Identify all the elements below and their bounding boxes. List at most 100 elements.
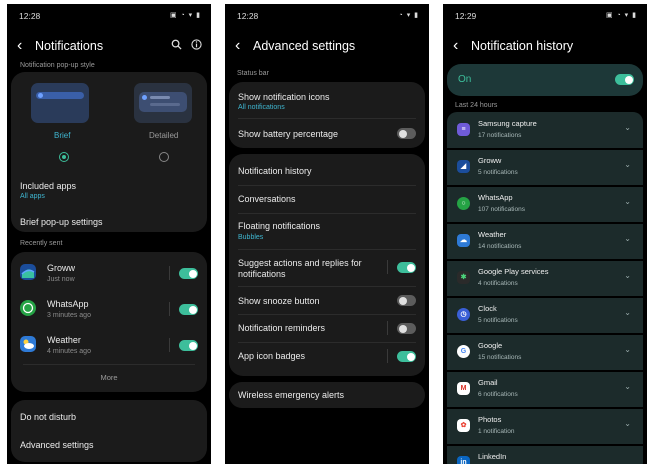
detailed-radio[interactable] [159,152,169,162]
status-time: 12:29 [455,11,477,21]
badges-toggle[interactable] [397,351,416,362]
app-name: Weather [47,335,81,345]
suggest-actions-toggle[interactable] [397,262,416,273]
item-name: Photos [478,415,502,424]
back-arrow-icon[interactable]: ‹ [17,38,31,54]
divider [23,364,195,365]
divider [238,314,416,315]
advanced-settings[interactable]: Advanced settings [20,440,94,450]
do-not-disturb[interactable]: Do not disturb [20,412,76,422]
page-title: Notifications [35,39,104,53]
history-toggle[interactable] [615,74,634,85]
status-time: 12:28 [237,11,259,21]
suggest-actions-line2[interactable]: notifications [238,269,286,279]
battery-toggle[interactable] [397,128,416,139]
weather-icon [20,336,36,352]
popup-style-card: Brief Detailed Included apps All apps Br… [11,72,207,232]
chevron-down-icon[interactable]: ⌄ [624,271,631,280]
bottom-settings-card: Do not disturb Advanced settings [11,400,207,462]
divider [238,213,416,214]
show-snooze-button[interactable]: Show snooze button [238,296,320,306]
clock-icon: ◷ [457,308,470,321]
history-item[interactable]: ○ WhatsApp 107 notifications ⌄ [447,186,643,222]
divider [169,338,170,352]
history-list: ≡ Samsung capture 17 notifications ⌄ ◢ G… [447,112,643,464]
back-arrow-icon[interactable]: ‹ [235,38,249,54]
status-bar: 12:29 ▣ ◔ ▾ ▮ [443,10,647,24]
chevron-down-icon[interactable]: ⌄ [624,234,631,243]
notification-history[interactable]: Notification history [238,166,312,176]
divider [387,321,388,335]
wireless-emergency-alerts[interactable]: Wireless emergency alerts [238,390,344,400]
linkedin-icon: in [457,456,470,464]
included-apps-title[interactable]: Included apps [20,181,76,191]
page-title: Advanced settings [253,39,356,53]
history-item[interactable]: ✿ Photos 1 notification ⌄ [447,408,643,444]
chevron-down-icon[interactable]: ⌄ [624,382,631,391]
divider [238,185,416,186]
recent-app-row[interactable]: Weather 4 minutes ago [11,330,207,360]
notifications-screen: 12:28 ▣ ◔ ▾ ▮ ‹ Notifications Notificati… [7,4,211,464]
item-count: 107 notifications [478,206,525,213]
weather-toggle[interactable] [179,340,198,351]
whatsapp-toggle[interactable] [179,304,198,315]
floating-notifications[interactable]: Floating notifications [238,221,320,231]
app-icon-badges[interactable]: App icon badges [238,351,305,361]
chevron-down-icon[interactable]: ⌄ [624,345,631,354]
search-icon[interactable] [169,39,183,53]
item-count: 15 notifications [478,354,522,361]
gmail-icon: M [457,382,470,395]
history-item[interactable]: ✱ Google Play services 4 notifications ⌄ [447,260,643,296]
app-time: Just now [47,276,75,283]
info-icon[interactable] [189,39,203,53]
app-name: WhatsApp [47,299,89,309]
chevron-down-icon[interactable]: ⌄ [624,160,631,169]
brief-radio[interactable] [59,152,69,162]
more-button[interactable]: More [11,373,207,382]
recent-app-row[interactable]: Groww Just now [11,258,207,288]
notification-reminders[interactable]: Notification reminders [238,323,325,333]
recent-app-row[interactable]: WhatsApp 3 minutes ago [11,294,207,324]
groww-icon [20,264,36,280]
item-name: Gmail [478,378,498,387]
history-item[interactable]: G Google 15 notifications ⌄ [447,334,643,370]
detailed-preview[interactable] [134,83,192,123]
header: ‹ Advanced settings [225,36,429,58]
brief-preview[interactable] [31,83,89,123]
item-name: Weather [478,230,507,239]
groww-toggle[interactable] [179,268,198,279]
conversations[interactable]: Conversations [238,194,296,204]
history-item[interactable]: in LinkedIn [447,445,643,464]
advanced-settings-screen: 12:28 ◔ ▾ ▮ ‹ Advanced settings Status b… [225,4,429,464]
show-battery-percentage[interactable]: Show battery percentage [238,129,338,139]
history-master-switch[interactable]: On [447,64,643,96]
reminders-toggle[interactable] [397,323,416,334]
history-item[interactable]: ◷ Clock 5 notifications ⌄ [447,297,643,333]
history-item[interactable]: ◢ Groww 5 notifications ⌄ [447,149,643,185]
item-count: 5 notifications [478,169,518,176]
show-notification-icons[interactable]: Show notification icons [238,92,330,102]
popup-style-label: Notification pop-up style [20,62,95,69]
status-bar: 12:28 ◔ ▾ ▮ [225,10,429,24]
chevron-down-icon[interactable]: ⌄ [624,123,631,132]
brief-popup-settings[interactable]: Brief pop-up settings [20,217,103,227]
suggest-actions-line1[interactable]: Suggest actions and replies for [238,258,362,268]
history-item[interactable]: ≡ Samsung capture 17 notifications ⌄ [447,112,643,148]
header: ‹ Notification history [443,36,647,58]
item-count: 1 notification [478,428,515,435]
back-arrow-icon[interactable]: ‹ [453,38,467,54]
snooze-toggle[interactable] [397,295,416,306]
history-item[interactable]: ☁ Weather 14 notifications ⌄ [447,223,643,259]
status-icons: ◔ ▾ ▮ [398,12,419,19]
item-count: 17 notifications [478,132,522,139]
notification-options-card: Notification history Conversations Float… [229,154,425,376]
history-item[interactable]: M Gmail 6 notifications ⌄ [447,371,643,407]
app-name: Groww [47,263,76,273]
chevron-down-icon[interactable]: ⌄ [624,419,631,428]
chevron-down-icon[interactable]: ⌄ [624,308,631,317]
status-bar: 12:28 ▣ ◔ ▾ ▮ [7,10,211,24]
weather-icon: ☁ [457,234,470,247]
photos-icon: ✿ [457,419,470,432]
chevron-down-icon[interactable]: ⌄ [624,197,631,206]
item-name: Groww [478,156,502,165]
